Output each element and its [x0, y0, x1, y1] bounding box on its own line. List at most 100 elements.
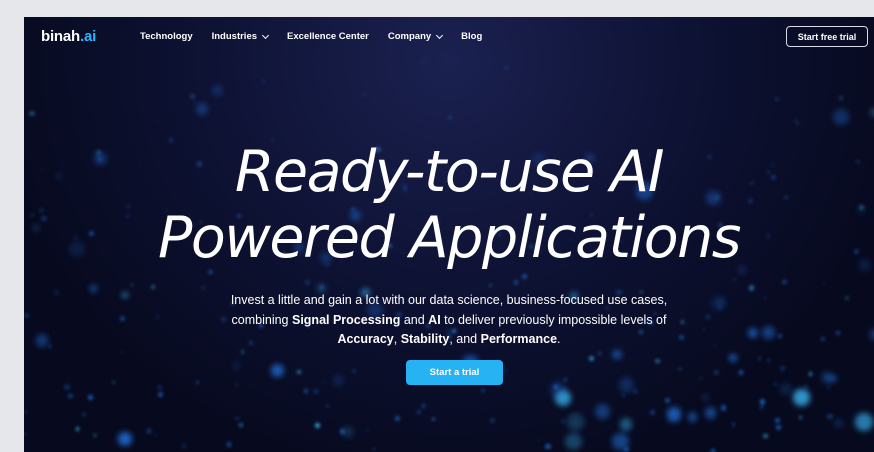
bokeh-particle — [489, 417, 495, 423]
bokeh-particle — [341, 426, 354, 438]
bokeh-particle — [315, 423, 320, 428]
bokeh-particle — [326, 404, 329, 408]
bokeh-particle — [655, 358, 660, 364]
nav-menu: Technology Industries Excellence Center … — [140, 31, 501, 42]
bokeh-particle — [827, 384, 832, 389]
bokeh-particle — [261, 79, 266, 84]
bokeh-particle — [297, 369, 302, 375]
bokeh-particle — [698, 377, 702, 381]
bokeh-particle — [632, 388, 638, 394]
bokeh-particle — [158, 385, 162, 390]
nav-item-excellence-center[interactable]: Excellence Center — [287, 31, 369, 42]
nav-item-blog[interactable]: Blog — [461, 31, 482, 42]
bokeh-particle — [305, 279, 310, 285]
start-a-trial-button[interactable]: Start a trial — [406, 360, 503, 385]
bokeh-particle — [190, 93, 195, 99]
bokeh-particle — [775, 425, 781, 431]
bokeh-particle — [760, 399, 766, 405]
bokeh-particle — [155, 120, 159, 124]
bokeh-particle — [240, 350, 245, 354]
bokeh-particle — [25, 411, 28, 413]
nav-item-label: Company — [387, 31, 432, 42]
bokeh-particle — [522, 274, 527, 279]
bokeh-particle — [340, 429, 345, 434]
bokeh-particle — [421, 403, 426, 408]
bokeh-particle — [68, 393, 73, 399]
bokeh-particle — [432, 418, 435, 421]
bokeh-particle — [121, 351, 124, 354]
nav-item-industries[interactable]: Industries — [211, 31, 270, 42]
bokeh-particle — [588, 130, 591, 133]
bokeh-particle — [728, 353, 738, 363]
bokeh-particle — [759, 405, 764, 410]
bokeh-particle — [88, 394, 94, 400]
bokeh-particle — [303, 389, 308, 393]
nav-item-label: Blog — [461, 31, 483, 42]
bokeh-particle — [352, 368, 357, 373]
bokeh-particle — [732, 423, 735, 426]
bokeh-particle — [799, 416, 803, 419]
bokeh-particle — [821, 372, 833, 384]
bokeh-particle — [714, 370, 720, 376]
nav-item-label: Excellence Center — [287, 31, 369, 42]
bokeh-particle — [738, 370, 743, 375]
bokeh-particle — [484, 406, 487, 410]
bokeh-particle — [624, 447, 629, 452]
chevron-down-icon — [436, 31, 444, 39]
bokeh-particle — [372, 448, 375, 451]
bokeh-particle — [182, 444, 186, 449]
nav-item-company[interactable]: Company — [387, 31, 444, 42]
headline-line-1: Ready-to-use AI — [234, 139, 665, 205]
subtitle-text: . — [557, 332, 561, 346]
bokeh-particle — [780, 383, 793, 396]
nav-item-label: Industries — [211, 31, 258, 42]
bokeh-particle — [234, 382, 239, 386]
bokeh-particle — [504, 369, 507, 372]
bokeh-particle — [24, 432, 27, 435]
bokeh-particle — [146, 429, 151, 434]
bokeh-particle — [448, 116, 452, 120]
bokeh-particle — [212, 84, 224, 96]
bokeh-particle — [618, 377, 635, 393]
hero-headline: Ready-to-use AI Powered Applications — [24, 139, 874, 271]
bokeh-particle — [733, 278, 737, 282]
bokeh-particle — [839, 95, 843, 100]
bokeh-particle — [361, 91, 367, 97]
bokeh-particle — [823, 125, 826, 128]
nav-item-technology[interactable]: Technology — [140, 31, 193, 42]
subtitle-line-1: Invest a little and gain a lot with our … — [230, 293, 668, 307]
bokeh-particle — [332, 374, 344, 386]
bokeh-particle — [793, 120, 797, 124]
chevron-down-icon — [261, 31, 270, 39]
start-free-trial-button[interactable]: Start free trial — [786, 26, 868, 47]
bokeh-particle — [319, 285, 324, 289]
headline-line-2: Powered Applications — [158, 205, 741, 271]
bokeh-particle — [226, 442, 232, 447]
bokeh-particle — [554, 390, 571, 406]
bokeh-particle — [513, 280, 519, 285]
subtitle-bold-accuracy: Accuracy — [337, 332, 394, 346]
bokeh-particle — [271, 364, 285, 377]
bokeh-particle — [827, 413, 833, 419]
bokeh-particle — [488, 284, 492, 288]
bokeh-particle — [419, 58, 428, 66]
logo-suffix: .ai — [80, 28, 97, 45]
bokeh-particle — [793, 389, 810, 406]
bokeh-particle — [650, 409, 655, 415]
bokeh-particle — [195, 102, 208, 116]
bokeh-particle — [757, 356, 762, 361]
bokeh-particle — [720, 405, 727, 411]
subtitle-bold-stability: Stability — [400, 332, 450, 346]
bokeh-particle — [111, 381, 115, 385]
bokeh-particle — [822, 281, 826, 285]
bokeh-particle — [417, 410, 422, 415]
bokeh-particle — [481, 388, 485, 392]
bokeh-particle — [561, 420, 564, 423]
bokeh-particle — [235, 416, 239, 420]
bokeh-particle — [855, 413, 873, 431]
logo[interactable]: binah.ai — [41, 28, 96, 45]
hero-subtitle: Invest a little and gain a lot with our … — [24, 291, 874, 350]
subtitle-bold-performance: Performance — [480, 332, 558, 346]
bokeh-particle — [774, 97, 780, 102]
bokeh-particle — [232, 362, 241, 370]
